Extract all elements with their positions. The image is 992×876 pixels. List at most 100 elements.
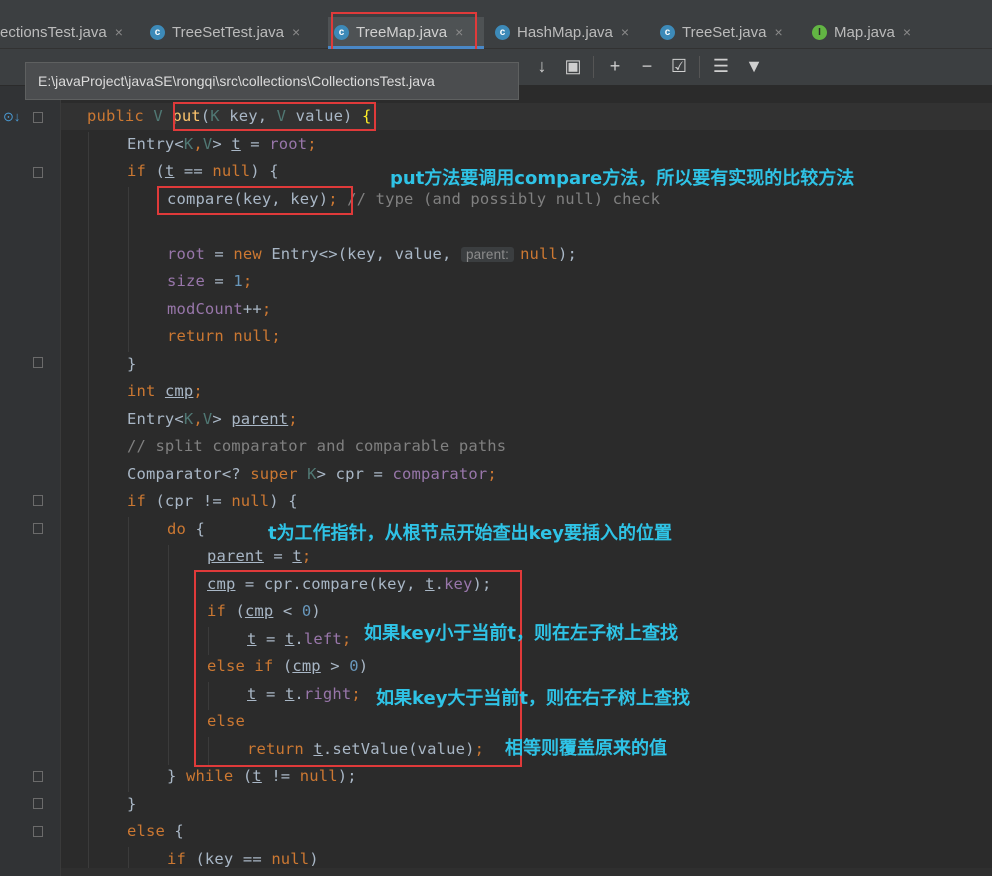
code-line[interactable]: // split comparator and comparable paths	[127, 437, 506, 455]
code-token: ;	[288, 410, 298, 428]
close-icon[interactable]: ×	[775, 24, 783, 40]
code-token: (	[242, 767, 253, 785]
fold-marker-icon[interactable]	[33, 826, 43, 837]
fold-marker-icon[interactable]	[33, 495, 43, 506]
code-token: ;	[301, 547, 312, 565]
code-line[interactable]: }	[127, 795, 136, 813]
code-token: t	[292, 547, 302, 565]
fold-marker-icon[interactable]	[33, 771, 43, 782]
code-line[interactable]: root = new Entry<>(key, value, parent: nu…	[167, 245, 577, 263]
code-token: K	[183, 135, 194, 153]
checklist-icon[interactable]: ☑	[668, 56, 690, 77]
tab-label: ectionsTest.java	[0, 23, 107, 41]
annotation-text: t为工作指针，从根节点开始查出key要插入的位置	[268, 523, 673, 544]
tab-hashmap[interactable]: c HashMap.java ×	[489, 17, 651, 47]
code-token: parent	[231, 410, 289, 428]
code-line[interactable]: else {	[127, 822, 184, 840]
code-line[interactable]: Entry<K,V> parent;	[127, 410, 298, 428]
class-icon: c	[150, 24, 165, 40]
code-line[interactable]: if (key == null)	[167, 850, 319, 868]
code-token: root	[269, 135, 308, 153]
override-icon[interactable]: ⊙↓	[3, 109, 20, 125]
annotation-text: 如果key大于当前t，则在右子树上查找	[376, 688, 691, 709]
code-token: if	[127, 162, 156, 180]
tab-treeset-test[interactable]: c TreeSetTest.java ×	[144, 17, 324, 47]
code-token: super	[250, 465, 308, 483]
code-token: =	[240, 135, 270, 153]
code-token: null	[231, 492, 270, 510]
code-token: ,	[193, 135, 203, 153]
sort-icon[interactable]: ☰	[710, 56, 732, 77]
fold-marker-icon[interactable]	[33, 167, 43, 178]
code-line[interactable]: do {	[167, 520, 205, 538]
code-token: root	[167, 245, 205, 263]
code-line[interactable]: size = 1;	[167, 272, 252, 290]
annotation-text: 相等则覆盖原来的值	[505, 738, 667, 759]
code-line[interactable]: }	[127, 355, 136, 373]
fold-marker-icon[interactable]	[33, 357, 43, 368]
code-token: public	[87, 107, 154, 125]
code-token: t	[252, 767, 262, 785]
code-token: {	[195, 520, 205, 538]
editor-tab-bar: ectionsTest.java × c TreeSetTest.java × …	[0, 0, 992, 49]
code-token: V	[202, 135, 213, 153]
arrow-down-icon[interactable]: ↓	[531, 56, 553, 77]
code-line[interactable]: } while (t != null);	[167, 767, 357, 785]
code-token: ;	[271, 327, 281, 345]
code-line[interactable]: int cmp;	[127, 382, 203, 400]
tab-label: TreeSetTest.java	[172, 23, 284, 41]
code-line[interactable]: if (cpr != null) {	[127, 492, 298, 510]
close-icon[interactable]: ×	[621, 24, 629, 40]
code-token: ==	[174, 162, 213, 180]
code-line[interactable]: modCount++;	[167, 300, 271, 318]
code-token: !=	[261, 767, 300, 785]
code-token: Entry<	[127, 410, 184, 428]
code-token: parent	[207, 547, 264, 565]
tab-collections-test[interactable]: ectionsTest.java ×	[0, 17, 140, 47]
close-icon[interactable]: ×	[903, 24, 911, 40]
code-token: 1	[233, 272, 243, 290]
close-icon[interactable]: ×	[292, 24, 300, 40]
code-token: {	[174, 822, 184, 840]
window-icon[interactable]: ▣	[562, 56, 584, 77]
indent-guide	[128, 187, 129, 352]
code-line[interactable]: Comparator<? super K> cpr = comparator;	[127, 465, 497, 483]
code-token: modCount	[167, 300, 243, 318]
code-token: ) {	[250, 162, 279, 180]
code-token: cmp	[164, 382, 194, 400]
code-line[interactable]: if (t == null) {	[127, 162, 279, 180]
fold-marker-icon[interactable]	[33, 798, 43, 809]
code-token: else	[127, 822, 175, 840]
remove-icon[interactable]: −	[636, 56, 658, 77]
indent-guide	[168, 545, 169, 765]
code-token: (cpr !=	[155, 492, 232, 510]
code-token: V	[202, 410, 213, 428]
close-icon[interactable]: ×	[115, 24, 123, 40]
code-token: return null	[167, 327, 272, 345]
code-token: if	[127, 492, 156, 510]
code-token: ++	[242, 300, 262, 318]
add-icon[interactable]: +	[604, 56, 626, 77]
tab-map[interactable]: I Map.java ×	[806, 17, 930, 47]
code-line[interactable]: Entry<K,V> t = root;	[127, 135, 317, 153]
code-token: (key ==	[195, 850, 272, 868]
code-token: int	[127, 382, 165, 400]
annotation-text: 如果key小于当前t，则在左子树上查找	[364, 623, 679, 644]
code-line[interactable]: return null;	[167, 327, 281, 345]
tab-treeset[interactable]: c TreeSet.java ×	[654, 17, 800, 47]
code-comment: // type (and possibly null) check	[337, 190, 661, 208]
loop-body-highlight-box	[194, 570, 522, 767]
code-token: (	[155, 162, 165, 180]
code-token: t	[231, 135, 241, 153]
annotation-text: put方法要调用compare方法，所以要有实现的比较方法	[390, 168, 855, 189]
horizontal-scrollbar[interactable]	[61, 868, 992, 876]
code-token: null	[520, 245, 558, 263]
code-line[interactable]: parent = t;	[207, 547, 311, 565]
fold-marker-icon[interactable]	[33, 112, 43, 123]
tab-label: TreeSet.java	[682, 23, 767, 41]
code-token: if	[167, 850, 196, 868]
indent-guide	[128, 517, 129, 792]
code-token: =	[263, 547, 293, 565]
filter-icon[interactable]: ▼	[743, 56, 765, 77]
fold-marker-icon[interactable]	[33, 523, 43, 534]
